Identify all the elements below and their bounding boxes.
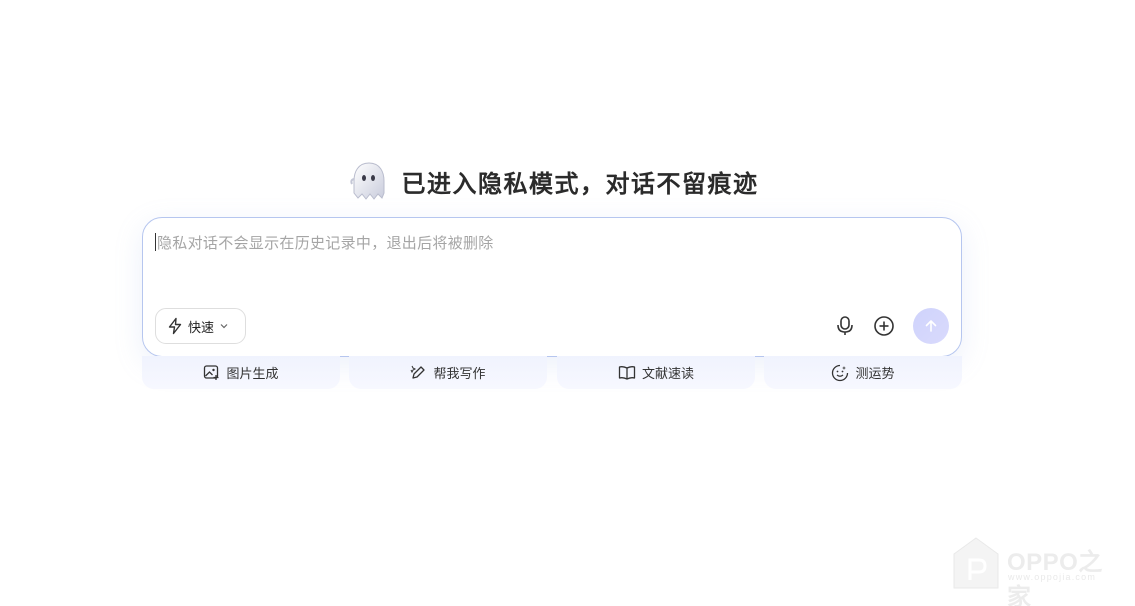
- add-attachment-button[interactable]: [872, 314, 896, 338]
- heading-text: 已进入隐私模式，对话不留痕迹: [401, 169, 759, 198]
- lightning-icon: [168, 317, 182, 335]
- quick-action-writing[interactable]: 帮我写作: [349, 356, 547, 389]
- quick-action-label: 测运势: [855, 367, 895, 382]
- chevron-down-icon: [220, 324, 228, 329]
- chat-input-placeholder[interactable]: 隐私对话不会显示在历史记录中，退出后将被删除: [157, 232, 494, 253]
- quick-action-image-generate[interactable]: 图片生成: [142, 356, 340, 389]
- chat-input-box[interactable]: 隐私对话不会显示在历史记录中，退出后将被删除 快速: [142, 217, 962, 357]
- plus-circle-icon: [874, 316, 894, 336]
- privacy-mode-heading: 已进入隐私模式，对话不留痕迹: [0, 158, 1106, 204]
- house-logo-icon: [953, 537, 999, 589]
- pen-sparkle-icon: [411, 365, 426, 379]
- mode-label: 快速: [188, 320, 215, 336]
- ghost-icon: [349, 162, 384, 200]
- fortune-dial-icon: [832, 364, 849, 381]
- send-button[interactable]: [913, 308, 949, 344]
- quick-action-label: 文献速读: [641, 367, 694, 382]
- quick-action-label: 图片生成: [226, 367, 279, 382]
- voice-input-button[interactable]: [833, 314, 857, 338]
- text-caret: [155, 233, 156, 251]
- image-plus-icon: [204, 365, 219, 380]
- microphone-icon: [837, 316, 853, 335]
- arrow-up-icon: [925, 320, 937, 332]
- watermark-url: www.oppojia.com: [1008, 572, 1097, 582]
- book-open-icon: [618, 366, 636, 380]
- quick-action-fortune[interactable]: 测运势: [764, 356, 962, 389]
- quick-action-label: 帮我写作: [433, 367, 486, 382]
- mode-select-button[interactable]: 快速: [155, 308, 246, 344]
- quick-action-literature-reading[interactable]: 文献速读: [557, 356, 755, 389]
- site-watermark: OPPO之家 www.oppojia.com: [950, 536, 1120, 606]
